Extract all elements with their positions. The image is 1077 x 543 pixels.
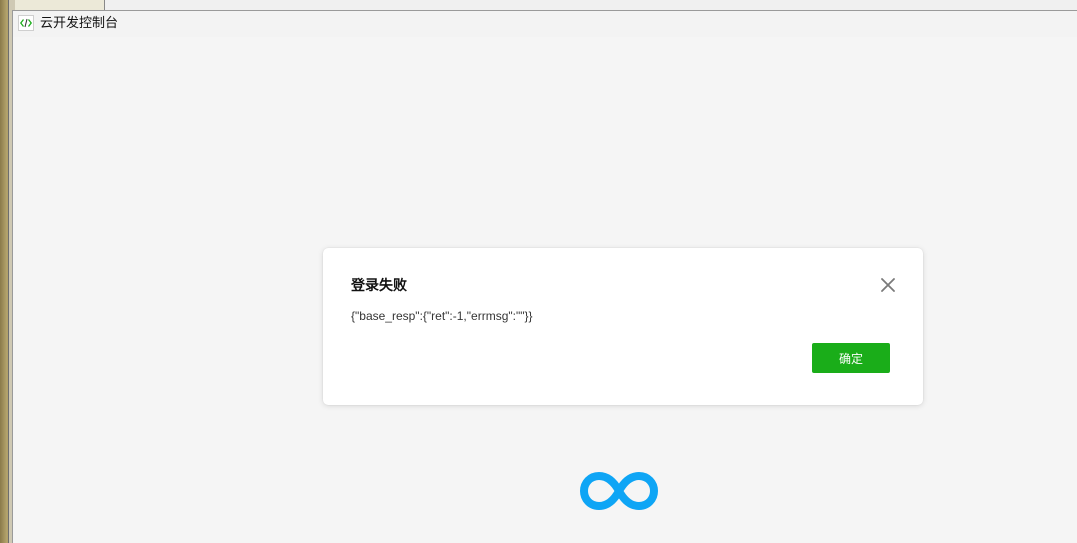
login-failed-dialog: 登录失败 {"base_resp":{"ret":-1,"errmsg":""}… — [323, 248, 923, 405]
console-content: 登录失败 {"base_resp":{"ret":-1,"errmsg":""}… — [17, 37, 1077, 543]
code-icon — [18, 15, 34, 31]
close-button[interactable] — [879, 276, 897, 294]
confirm-button[interactable]: 确定 — [812, 343, 890, 373]
close-icon — [881, 278, 895, 292]
dialog-message: {"base_resp":{"ret":-1,"errmsg":""}} — [351, 309, 533, 323]
window-title: 云开发控制台 — [40, 15, 119, 30]
window-titlebar[interactable]: 云开发控制台 — [13, 11, 1077, 37]
console-window: 云开发控制台 登录失败 {"base_resp":{"ret":-1,"errm… — [12, 10, 1077, 543]
dialog-title: 登录失败 — [351, 277, 407, 293]
cloudbase-infinity-logo-icon — [580, 472, 658, 510]
